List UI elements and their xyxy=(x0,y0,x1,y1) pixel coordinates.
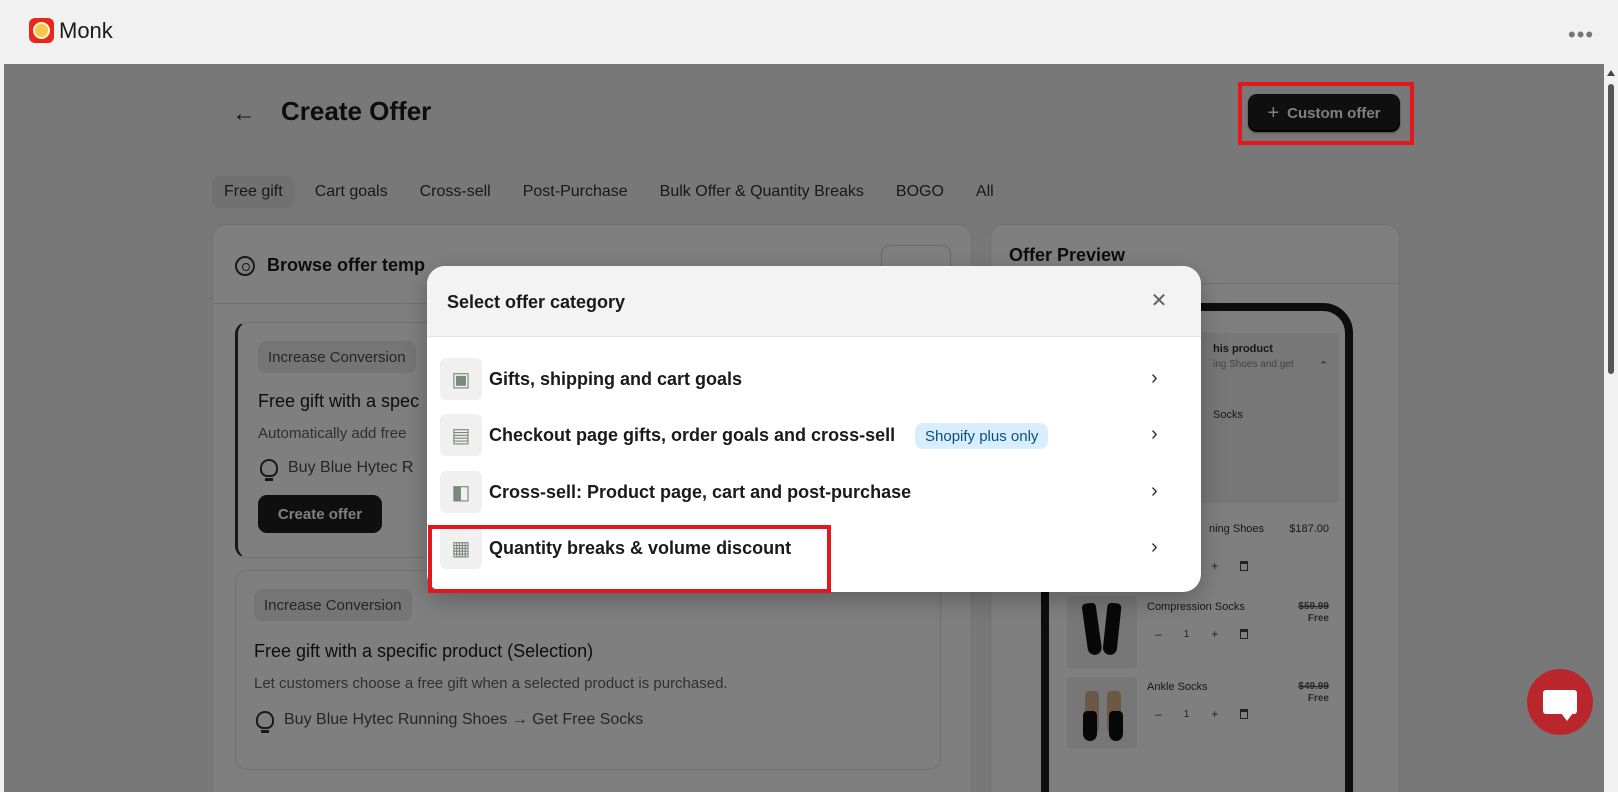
category-option-cross-sell[interactable]: ◧ Cross-sell: Product page, cart and pos… xyxy=(427,464,1201,521)
shopify-plus-badge: Shopify plus only xyxy=(915,423,1049,449)
gift-box-icon: ▣ xyxy=(440,358,482,400)
close-icon[interactable]: ✕ xyxy=(1147,288,1171,312)
highlight-box-custom-offer xyxy=(1238,82,1414,145)
scroll-up-icon[interactable] xyxy=(1607,70,1615,76)
category-label: Gifts, shipping and cart goals xyxy=(489,369,743,389)
chat-icon xyxy=(1543,690,1577,721)
chevron-right-icon: › xyxy=(1151,367,1158,389)
scrollbar[interactable] xyxy=(1604,64,1618,792)
checkout-gift-icon: ▤ xyxy=(440,414,482,456)
tshirt-icon: ◧ xyxy=(440,471,482,513)
modal-title: Select offer category xyxy=(447,292,626,312)
top-bar: Monk ••• xyxy=(0,0,1618,64)
monk-logo-icon xyxy=(29,18,54,43)
app-name: Monk xyxy=(59,18,113,43)
chat-button[interactable] xyxy=(1527,669,1593,735)
highlight-box-quantity-breaks xyxy=(428,525,831,593)
scrollbar-thumb[interactable] xyxy=(1608,84,1614,374)
category-option-checkout[interactable]: ▤ Checkout page gifts, order goals and c… xyxy=(427,407,1201,464)
chevron-right-icon: › xyxy=(1151,480,1158,502)
category-option-gifts[interactable]: ▣ Gifts, shipping and cart goals › xyxy=(427,351,1201,408)
category-label: Checkout page gifts, order goals and cro… xyxy=(489,425,896,445)
more-horizontal-icon[interactable]: ••• xyxy=(1568,22,1594,48)
category-label: Cross-sell: Product page, cart and post-… xyxy=(489,482,912,502)
chevron-right-icon: › xyxy=(1151,423,1158,445)
chevron-right-icon: › xyxy=(1151,536,1158,558)
modal-header: Select offer category ✕ xyxy=(427,266,1201,337)
